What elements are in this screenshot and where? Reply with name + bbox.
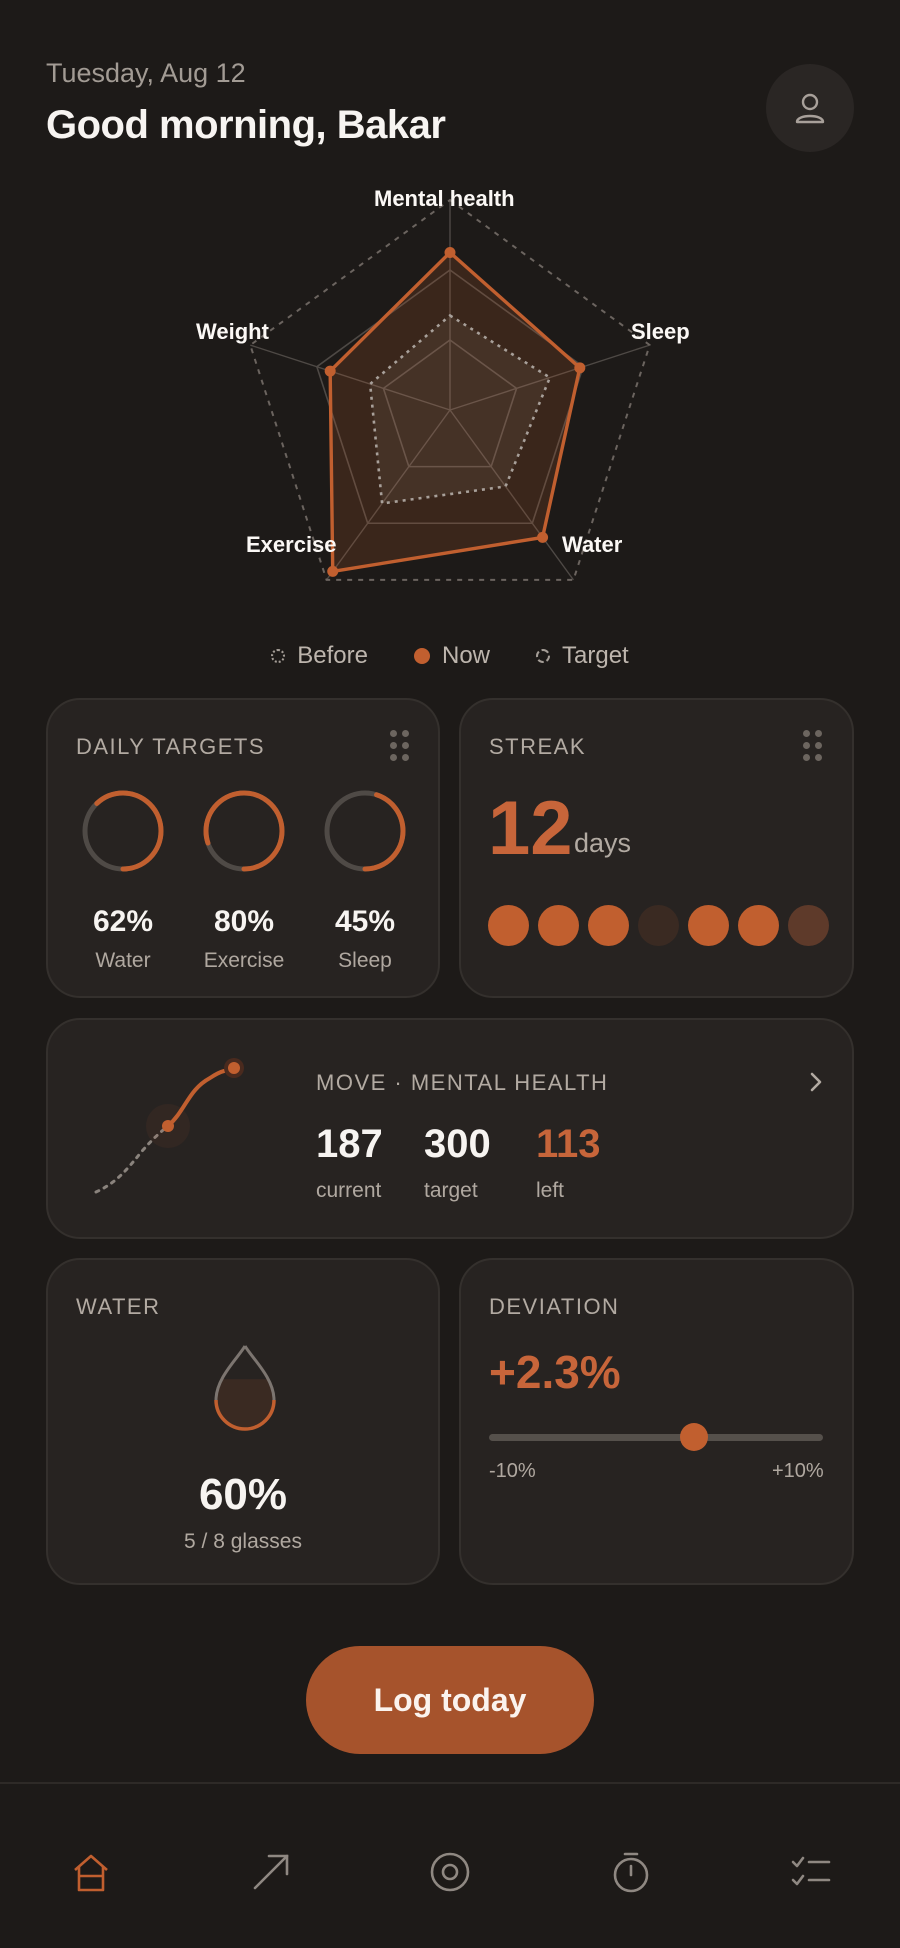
greeting-title: Good morning, Bakar — [46, 103, 446, 147]
ring-water-gauge — [82, 790, 164, 872]
ring-exercise: 80% Exercise — [189, 788, 299, 973]
legend-before-label: Before — [297, 642, 368, 669]
radar-label-mental-health: Mental health — [374, 186, 515, 211]
profile-button[interactable] — [766, 64, 854, 152]
target-icon — [430, 1852, 470, 1892]
nav-home[interactable] — [69, 1850, 113, 1894]
timer-icon — [613, 1852, 649, 1893]
trend-icon — [253, 1854, 289, 1890]
daily-targets-card[interactable]: DAILY TARGETS 62% Water 80% Exercise 45%… — [46, 698, 440, 998]
move-current-value: 187 — [316, 1122, 383, 1166]
ring-water-value: 62% — [92, 905, 154, 938]
nav-timer[interactable] — [609, 1850, 653, 1894]
nav-checklist[interactable] — [789, 1850, 833, 1894]
move-target-value: 300 — [424, 1122, 491, 1166]
water-percent: 60% — [198, 1470, 288, 1519]
streak-day-dot — [588, 905, 629, 946]
user-icon — [795, 93, 825, 124]
ring-exercise-value: 80% — [213, 905, 275, 938]
water-title: WATER — [76, 1294, 161, 1319]
drag-handle-icon[interactable] — [803, 730, 823, 762]
move-left-value: 113 — [536, 1122, 601, 1166]
radar-point-now — [324, 365, 336, 377]
ring-sleep-value: 45% — [334, 905, 396, 938]
move-card[interactable]: MOVE · MENTAL HEALTH 187 current 300 tar… — [46, 1018, 854, 1239]
ring-sleep-gauge — [324, 790, 406, 872]
streak-day-dot — [738, 905, 779, 946]
radar-point-now — [444, 247, 456, 258]
streak-day-dot — [788, 905, 829, 946]
radar-point-now — [537, 531, 549, 543]
legend-before: Before — [271, 642, 368, 670]
deviation-min-label: -10% — [489, 1460, 536, 1482]
deviation-card[interactable]: DEVIATION — [459, 1258, 854, 1585]
radar-point-now — [574, 362, 586, 374]
move-left-label: left — [536, 1179, 565, 1202]
deviation-title: DEVIATION — [489, 1294, 620, 1319]
ring-water-label: Water — [95, 949, 151, 972]
ring-sleep: 45% Sleep — [310, 788, 420, 973]
date-label: Tuesday, Aug 12 — [46, 58, 246, 88]
move-target: 300 target — [424, 1122, 491, 1203]
streak-day-dot — [488, 905, 529, 946]
nav-target[interactable] — [428, 1850, 472, 1894]
chevron-right-icon[interactable] — [806, 1070, 826, 1094]
legend-target-label: Target — [562, 642, 629, 669]
daily-targets-title: DAILY TARGETS — [76, 734, 266, 759]
streak-day-dot — [638, 905, 679, 946]
ring-sleep-label: Sleep — [338, 949, 392, 972]
streak-title: STREAK — [489, 734, 587, 759]
radar-point-now — [327, 565, 339, 577]
streak-day-dot — [688, 905, 729, 946]
radar-label-exercise: Exercise — [246, 532, 337, 557]
deviation-max-label: +10% — [772, 1460, 824, 1482]
legend-now-label: Now — [442, 642, 491, 669]
nav-trend[interactable] — [249, 1850, 293, 1894]
bottom-nav — [0, 1782, 900, 1948]
ring-water: 62% Water — [68, 788, 178, 973]
ring-exercise-label: Exercise — [203, 949, 285, 972]
water-glasses: 5 / 8 glasses — [184, 1530, 302, 1553]
checklist-icon — [791, 1856, 831, 1886]
move-left: 113 left — [536, 1122, 601, 1203]
header: Tuesday, Aug 12 Good morning, Bakar — [46, 58, 446, 148]
move-current: 187 current — [316, 1122, 383, 1203]
progress-curve-icon — [94, 1058, 244, 1194]
legend-now: Now — [414, 642, 490, 670]
move-current-label: current — [316, 1179, 382, 1202]
legend-now-swatch — [414, 648, 430, 664]
deviation-slider[interactable] — [489, 1423, 823, 1451]
ring-exercise-gauge — [203, 790, 285, 872]
radar-chart: Mental health Sleep Water Exercise Weigh… — [0, 180, 900, 600]
streak-count: 12 — [488, 786, 573, 871]
radar-label-water: Water — [562, 532, 623, 557]
radar-label-weight: Weight — [196, 319, 269, 344]
legend-target: Target — [536, 642, 629, 670]
move-target-label: target — [424, 1179, 478, 1202]
radar-svg — [249, 198, 651, 581]
water-drop-icon — [214, 1345, 276, 1431]
streak-day-dot — [538, 905, 579, 946]
log-today-button[interactable]: Log today — [306, 1646, 594, 1754]
move-title: MOVE · MENTAL HEALTH — [316, 1070, 609, 1095]
radar-legend: Before Now Target — [0, 642, 900, 670]
radar-label-sleep: Sleep — [631, 319, 690, 344]
streak-days — [488, 905, 829, 946]
streak-unit: days — [574, 828, 632, 858]
legend-target-swatch — [536, 649, 551, 663]
home-icon — [74, 1854, 108, 1892]
deviation-value: +2.3% — [489, 1346, 621, 1398]
drag-handle-icon[interactable] — [390, 730, 410, 762]
legend-before-swatch — [271, 649, 286, 663]
